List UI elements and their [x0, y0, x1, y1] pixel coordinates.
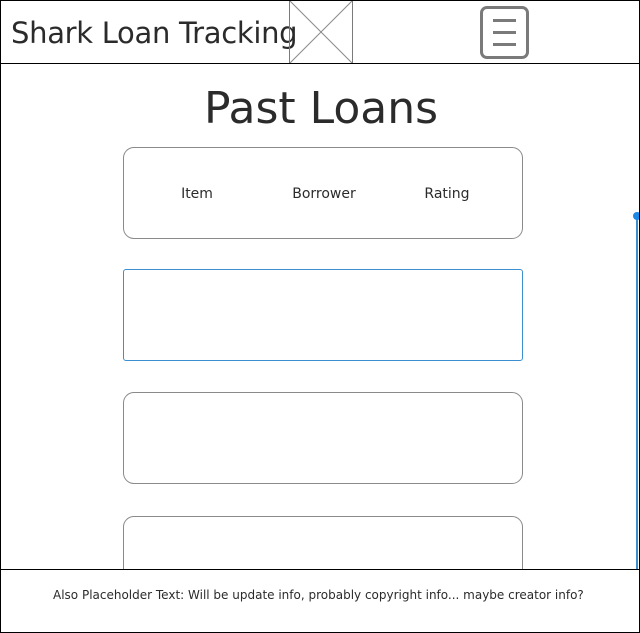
- scrollbar-thumb[interactable]: [633, 212, 639, 220]
- footer-text: Also Placeholder Text: Will be update in…: [53, 588, 584, 602]
- footer: Also Placeholder Text: Will be update in…: [1, 569, 639, 632]
- app-title: Shark Loan Tracking: [11, 16, 298, 50]
- loan-table-header: Item Borrower Rating: [123, 147, 523, 239]
- column-header-item: Item: [181, 186, 213, 202]
- hamburger-bar: [493, 31, 516, 34]
- scrollbar-track[interactable]: [636, 216, 638, 572]
- loan-row[interactable]: [123, 392, 523, 484]
- loan-row[interactable]: [123, 269, 523, 361]
- header-bar: Shark Loan Tracking: [1, 1, 639, 64]
- image-placeholder-icon: [289, 1, 353, 63]
- hamburger-menu-button[interactable]: [480, 6, 529, 59]
- hamburger-menu-icon: [493, 19, 516, 22]
- hamburger-bar: [493, 43, 516, 46]
- column-header-borrower: Borrower: [292, 186, 356, 202]
- column-header-rating: Rating: [424, 186, 470, 202]
- app-window: Shark Loan Tracking Past Loans Item Borr…: [0, 0, 640, 633]
- page-title: Past Loans: [203, 83, 439, 134]
